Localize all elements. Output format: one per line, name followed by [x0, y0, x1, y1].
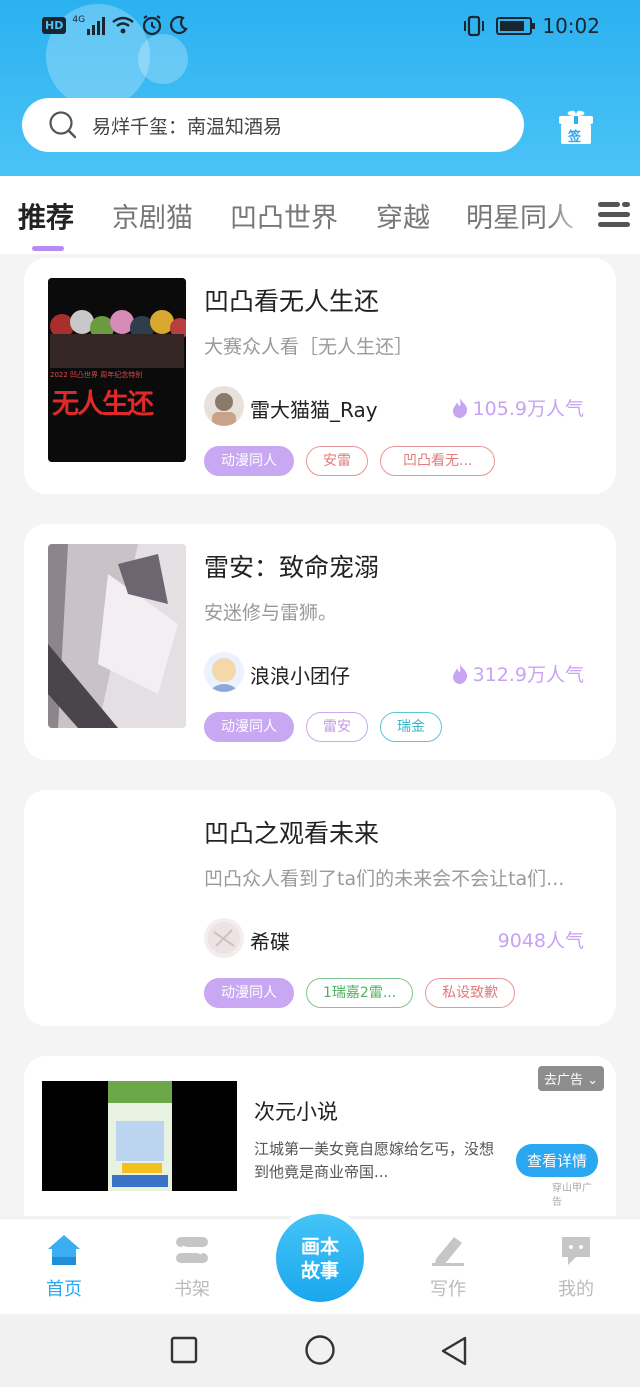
moon-icon	[170, 15, 188, 35]
tab-aotu-world[interactable]: 凹凸世界	[230, 196, 338, 235]
tag[interactable]: 1瑞嘉2雷...	[306, 978, 414, 1008]
status-bar: HD 4G 10:02	[0, 0, 640, 54]
tag[interactable]: 凹凸看无...	[380, 446, 496, 476]
avatar[interactable]	[204, 386, 244, 426]
story-desc: 凹凸众人看到了ta们的未来会不会让ta们...	[204, 868, 565, 890]
home-circle-icon[interactable]	[304, 1334, 336, 1366]
nav-label: 书架	[174, 1279, 210, 1300]
bookshelf-icon	[176, 1237, 208, 1263]
story-desc: 大赛众人看［无人生还］	[204, 336, 414, 358]
avatar[interactable]	[204, 918, 244, 958]
story-title[interactable]: 雷安：致命宠溺	[204, 548, 379, 584]
flame-icon	[452, 397, 467, 418]
ad-title: 次元小说	[254, 1100, 338, 1124]
remove-ad-button[interactable]: 去广告 ⌄	[537, 1066, 604, 1091]
center-label-line1: 画本	[300, 1236, 339, 1258]
picture-story-button[interactable]: 画本 故事	[276, 1214, 364, 1302]
4g-signal-icon: 4G	[72, 15, 106, 35]
story-card[interactable]: 雷安：致命宠溺 安迷修与雷狮。 浪浪小团仔 312.9万人气 动漫同人 雷安 瑞…	[24, 524, 616, 760]
popularity: 312.9万人气	[451, 660, 584, 687]
checkin-gift-button[interactable]: 签	[556, 106, 596, 146]
ad-source: 穿山甲广告	[552, 1183, 592, 1208]
story-cover: 2022 凹凸世界 周年纪念特别 无人生还	[48, 278, 186, 462]
flame-icon	[452, 663, 467, 684]
ad-details-button[interactable]: 查看详情	[516, 1144, 599, 1177]
tab-jingjumao[interactable]: 京剧猫	[112, 196, 193, 235]
tag[interactable]: 私设致歉	[425, 978, 516, 1008]
avatar[interactable]	[204, 652, 244, 692]
ad-image	[42, 1081, 237, 1191]
tag[interactable]: 瑞金	[380, 712, 442, 742]
nav-label: 我的	[558, 1279, 594, 1300]
popularity: 105.9万人气	[451, 394, 584, 421]
tab-recommend[interactable]: 推荐	[18, 196, 74, 236]
nav-home[interactable]: 首页	[24, 1233, 104, 1301]
ad-desc: 江城第一美女竟自愿嫁给乞丐，没想到他竟是商业帝国...	[254, 1140, 495, 1181]
back-icon[interactable]	[440, 1336, 468, 1366]
hd-badge: HD	[42, 16, 67, 34]
nav-bookshelf[interactable]: 书架	[152, 1233, 232, 1301]
nav-me[interactable]: 我的	[536, 1233, 616, 1301]
tag[interactable]: 动漫同人	[204, 712, 294, 742]
tab-indicator	[32, 246, 64, 251]
tag[interactable]: 动漫同人	[204, 446, 294, 476]
author-name[interactable]: 浪浪小团仔	[250, 660, 350, 689]
nav-label: 写作	[430, 1279, 466, 1300]
search-icon	[49, 111, 77, 139]
network-type: 4G	[72, 15, 86, 25]
gift-label: 签	[568, 130, 582, 145]
tag-list: 动漫同人 1瑞嘉2雷... 私设致歉	[204, 978, 516, 1008]
battery-icon	[496, 17, 536, 35]
popularity: 9048人气	[498, 926, 584, 953]
nav-label: 首页	[46, 1279, 82, 1300]
cover-subtext: 2022 凹凸世界 周年纪念特别	[50, 371, 143, 379]
author-name[interactable]: 雷大猫猫_Ray	[250, 394, 378, 423]
story-title[interactable]: 凹凸之观看未来	[204, 814, 379, 850]
tag[interactable]: 动漫同人	[204, 978, 294, 1008]
recent-apps-icon[interactable]	[170, 1336, 198, 1364]
story-title[interactable]: 凹凸看无人生还	[204, 282, 379, 318]
remove-ad-label: 去广告	[543, 1073, 583, 1088]
center-label-line2: 故事	[300, 1260, 339, 1282]
system-nav-bar	[0, 1314, 640, 1387]
search-bar[interactable]: 易烊千玺：南温知酒易	[22, 98, 524, 152]
popularity-value: 312.9万人气	[472, 664, 584, 686]
vibrate-icon	[464, 15, 485, 37]
cover-title-text: 无人生还	[52, 389, 154, 420]
pen-icon	[432, 1237, 464, 1266]
tag[interactable]: 雷安	[306, 712, 368, 742]
tag-list: 动漫同人 雷安 瑞金	[204, 712, 442, 742]
menu-icon[interactable]	[596, 200, 632, 230]
popularity-value: 9048人气	[497, 930, 584, 952]
ad-card[interactable]: 去广告 ⌄ 次元小说 江城第一美女竟自愿嫁给乞丐，没想到他竟是商业帝国... 查…	[24, 1056, 616, 1216]
story-cover	[48, 544, 186, 728]
tag-list: 动漫同人 安雷 凹凸看无...	[204, 446, 496, 476]
status-time: 10:02	[542, 14, 600, 38]
nav-write[interactable]: 写作	[408, 1233, 488, 1301]
popularity-value: 105.9万人气	[472, 398, 584, 420]
search-input[interactable]: 易烊千玺：南温知酒易	[92, 112, 282, 139]
tab-time-travel[interactable]: 穿越	[376, 196, 430, 235]
header: HD 4G 10:02 易烊千玺：南温知酒易 签	[0, 0, 640, 176]
story-card[interactable]: 2022 凹凸世界 周年纪念特别 无人生还 凹凸看无人生还 大赛众人看［无人生还…	[24, 258, 616, 494]
chevron-down-icon: ⌄	[587, 1073, 598, 1088]
story-card[interactable]: 凹凸之观看未来 凹凸众人看到了ta们的未来会不会让ta们... 希碟 9048人…	[24, 790, 616, 1026]
story-desc: 安迷修与雷狮。	[204, 602, 338, 624]
category-tabs: 推荐 京剧猫 凹凸世界 穿越 明星同人	[0, 176, 640, 254]
home-icon	[48, 1235, 80, 1265]
author-name[interactable]: 希碟	[250, 926, 290, 955]
wifi-icon	[112, 16, 134, 34]
story-cover	[48, 810, 186, 994]
chat-icon	[562, 1237, 590, 1265]
alarm-icon	[142, 15, 162, 36]
tag[interactable]: 安雷	[306, 446, 368, 476]
